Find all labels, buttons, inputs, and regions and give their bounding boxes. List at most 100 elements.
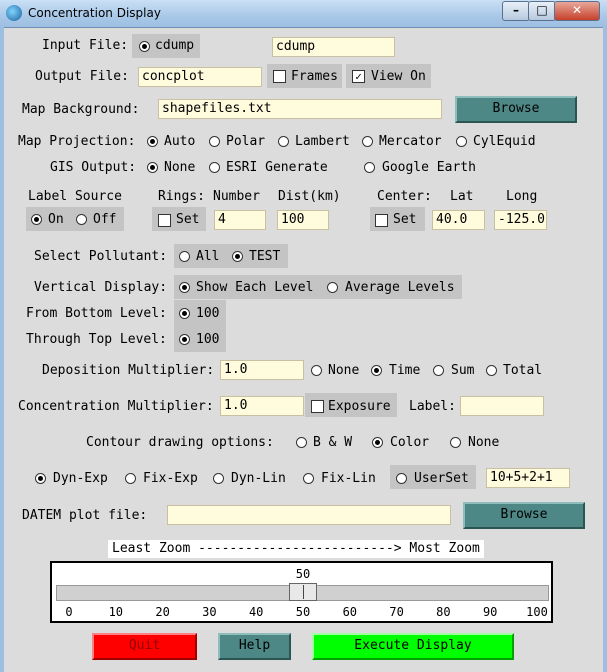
concentration-label-field[interactable] [460,396,544,416]
zoom-tick-label: 90 [482,605,498,619]
center-set-checkbox[interactable] [375,214,388,227]
pollutant-test-label: TEST [249,249,281,264]
contour-none-radio[interactable] [450,437,461,448]
concentration-label-label: Label: [409,399,456,414]
projection-lambert-label: Lambert [295,134,350,149]
level-dyn-lin-radio[interactable] [213,473,224,484]
zoom-thumb[interactable] [289,583,317,601]
deposition-none-radio[interactable] [311,365,322,376]
label-source-label: Label Source [28,189,122,204]
concentration-label: Concentration Multiplier: [18,399,214,414]
concentration-field[interactable]: 1.0 [220,396,304,416]
map-background-field[interactable]: shapefiles.txt [158,99,442,119]
input-file-radio-label: cdump [155,38,195,53]
vertical-each-level-radio[interactable] [179,282,190,293]
input-file-label: Input File: [42,38,129,53]
deposition-sum-label: Sum [451,363,475,378]
map-background-browse-button[interactable]: Browse [455,96,577,123]
center-set-label: Set [393,212,417,227]
center-label: Center: [377,189,432,204]
zoom-tick-label: 50 [295,605,311,619]
zoom-tick-label: 0 [65,605,73,619]
center-long-field[interactable]: -125.0 [494,210,547,230]
pollutant-all-radio[interactable] [179,251,190,262]
zoom-tick-label: 40 [248,605,264,619]
deposition-field[interactable]: 1.0 [220,360,304,380]
gis-esri-label: ESRI Generate [226,160,328,175]
label-source-off-radio[interactable] [76,214,87,225]
datem-browse-button[interactable]: Browse [463,502,585,529]
projection-polar-radio[interactable] [209,136,220,147]
view-on-checkbox[interactable]: ✓ [352,70,365,83]
level-dyn-lin-label: Dyn-Lin [231,471,286,486]
input-file-radio[interactable] [139,41,150,52]
view-on-label: View On [371,69,426,84]
level-fix-lin-radio[interactable] [303,473,314,484]
bottom-level-label: From Bottom Level: [26,306,167,321]
level-fix-lin-label: Fix-Lin [321,471,376,486]
vertical-each-level-label: Show Each Level [196,280,314,295]
frames-label: Frames [291,69,338,84]
gis-none-label: None [164,160,196,175]
rings-set-checkbox[interactable] [158,214,171,227]
maximize-button[interactable]: □ [528,1,556,21]
output-file-field[interactable]: concplot [138,67,262,87]
pollutant-label: Select Pollutant: [34,249,168,264]
zoom-tick-label: 80 [436,605,451,619]
gis-none-radio[interactable] [147,162,158,173]
top-level-label: Through Top Level: [26,332,167,347]
level-userset-radio[interactable] [396,473,407,484]
projection-mercator-label: Mercator [379,134,442,149]
window-frame-left [0,27,4,672]
label-source-off-label: Off [93,212,117,227]
rings-dist-field[interactable]: 100 [277,210,329,230]
contour-bw-radio[interactable] [296,437,307,448]
window-frame-right [603,27,607,672]
center-lat-field[interactable]: 40.0 [432,210,485,230]
deposition-time-radio[interactable] [371,365,382,376]
projection-auto-radio[interactable] [147,136,158,147]
level-dyn-exp-radio[interactable] [35,473,46,484]
bottom-level-radio[interactable] [179,308,190,319]
zoom-tick-label: 10 [108,605,124,619]
datem-field[interactable] [167,505,451,525]
projection-mercator-radio[interactable] [362,136,373,147]
label-source-on-radio[interactable] [31,214,42,225]
zoom-slider[interactable]: 50 0 10 20 30 40 50 60 70 80 90 100 [50,561,553,623]
deposition-total-label: Total [503,363,543,378]
execute-display-button[interactable]: Execute Display [312,633,514,660]
exposure-checkbox[interactable] [311,400,324,413]
label-source-on-label: On [48,212,64,227]
minimize-icon: – [513,3,519,17]
contour-none-label: None [468,435,500,450]
bottom-level-value: 100 [196,306,220,321]
quit-button[interactable]: Quit [92,633,197,660]
zoom-label: Least Zoom -------------------------> Mo… [108,540,484,558]
deposition-sum-radio[interactable] [433,365,444,376]
vertical-average-radio[interactable] [327,282,338,293]
close-button[interactable]: ✕ [554,1,600,21]
help-button[interactable]: Help [218,633,291,660]
input-file-field[interactable]: cdump [272,37,395,57]
projection-lambert-radio[interactable] [278,136,289,147]
exposure-label: Exposure [328,399,391,414]
zoom-tick-label: 60 [342,605,358,619]
gis-esri-radio[interactable] [209,162,220,173]
center-lat-label: Lat [450,189,474,204]
center-long-label: Long [506,189,538,204]
userset-field[interactable]: 10+5+2+1 [486,468,570,488]
projection-cylequid-radio[interactable] [456,136,467,147]
contour-label: Contour drawing options: [86,435,274,450]
datem-label: DATEM plot file: [22,508,148,523]
gis-google-earth-radio[interactable] [364,162,375,173]
contour-color-radio[interactable] [372,437,383,448]
rings-number-field[interactable]: 4 [214,210,266,230]
minimize-button[interactable]: – [502,1,530,21]
deposition-total-radio[interactable] [486,365,497,376]
frames-checkbox[interactable] [273,70,286,83]
top-level-radio[interactable] [179,334,190,345]
level-fix-exp-radio[interactable] [125,473,136,484]
level-userset-label: UserSet [414,471,469,486]
pollutant-test-radio[interactable] [232,251,243,262]
zoom-value: 50 [295,567,311,581]
